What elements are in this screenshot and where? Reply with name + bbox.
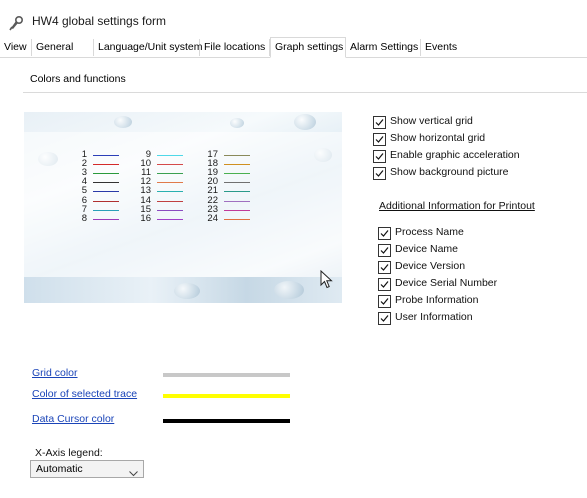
title-bar: HW4 global settings form: [0, 0, 587, 37]
tab-general[interactable]: General: [32, 39, 94, 56]
trace-color-line: [224, 182, 250, 184]
tab-file-locations[interactable]: File locations: [200, 39, 270, 56]
window-title: HW4 global settings form: [32, 14, 167, 28]
mouse-pointer-icon: [320, 269, 334, 295]
trace-color-line: [224, 164, 250, 166]
trace-color-line: [93, 173, 119, 175]
tab-bar: View General Language/Unit system File l…: [0, 37, 587, 58]
preview-bottom-band: [24, 277, 342, 303]
x-axis-legend-dropdown[interactable]: Automatic: [30, 460, 144, 478]
water-drop: [274, 281, 304, 299]
trace-color-line: [157, 164, 183, 166]
checkmark-icon: [375, 119, 384, 126]
trace-color-line: [157, 182, 183, 184]
preview-wash: [24, 132, 342, 277]
checkbox-label: Device Name: [395, 243, 459, 255]
checkbox-box[interactable]: [378, 312, 391, 325]
trace-color-line: [93, 164, 119, 166]
trace-color-line: [224, 173, 250, 175]
section-title: Colors and functions: [30, 73, 126, 85]
dropdown-value: Automatic: [36, 463, 83, 475]
checkbox-box[interactable]: [378, 227, 391, 240]
checkmark-icon: [375, 170, 384, 177]
checkbox-box[interactable]: [373, 167, 386, 180]
grid-color-swatch[interactable]: [163, 373, 290, 377]
data-cursor-color-link[interactable]: Data Cursor color: [32, 413, 114, 425]
trace-color-line: [93, 182, 119, 184]
checkbox-box[interactable]: [373, 150, 386, 163]
checkbox-box[interactable]: [373, 133, 386, 146]
grid-color-link[interactable]: Grid color: [32, 367, 78, 379]
trace-color-line: [224, 209, 250, 211]
checkbox-label: Device Version: [395, 260, 466, 272]
app-icon: [8, 15, 24, 31]
checkbox-label: Process Name: [395, 226, 464, 238]
trace-color-line: [93, 218, 119, 220]
checkbox-label: Show vertical grid: [390, 115, 473, 127]
trace-color-line: [224, 191, 250, 193]
section-divider: [23, 92, 587, 93]
checkbox-label: Probe Information: [395, 294, 479, 306]
checkmark-icon: [380, 230, 389, 237]
checkmark-icon: [375, 136, 384, 143]
trace-color-line: [157, 173, 183, 175]
tab-events[interactable]: Events: [421, 39, 465, 56]
trace-color-line: [93, 209, 119, 211]
trace-color-line: [157, 155, 183, 156]
checkbox-label: Show horizontal grid: [390, 132, 486, 144]
trace-color-line: [224, 155, 250, 156]
water-drop: [114, 116, 132, 128]
water-drop: [230, 118, 244, 128]
trace-color-line: [157, 200, 183, 202]
checkbox-box[interactable]: [378, 261, 391, 274]
water-drop: [174, 283, 200, 299]
checkbox-label: User Information: [395, 311, 473, 323]
trace-color-line: [93, 155, 119, 156]
trace-color-line: [224, 200, 250, 202]
checkbox-label: Show background picture: [390, 166, 509, 178]
checkbox-box[interactable]: [378, 278, 391, 291]
trace-color-line: [93, 200, 119, 202]
trace-preview: 1 2 3 4 5 6 7 8 9 10 11 12 13 14 15 16 17 18 19 20 21 22 23 24: [24, 112, 342, 303]
checkbox-label: Enable graphic acceleration: [390, 149, 520, 161]
checkbox-box[interactable]: [373, 116, 386, 129]
tab-graph-settings[interactable]: Graph settings: [270, 37, 346, 58]
checkmark-icon: [380, 264, 389, 271]
trace-number: 16: [140, 212, 151, 224]
printout-title: Additional Information for Printout: [379, 200, 535, 212]
checkbox-box[interactable]: [378, 295, 391, 308]
data-cursor-color-swatch[interactable]: [163, 419, 290, 423]
trace-color-line: [157, 209, 183, 211]
trace-color-line: [224, 218, 250, 220]
checkbox-box[interactable]: [378, 244, 391, 257]
checkmark-icon: [380, 315, 389, 322]
trace-color-line: [157, 218, 183, 220]
selected-trace-color-link[interactable]: Color of selected trace: [32, 388, 137, 400]
tab-view[interactable]: View: [0, 39, 32, 56]
trace-number: 24: [207, 212, 218, 224]
trace-color-line: [93, 191, 119, 193]
checkmark-icon: [380, 247, 389, 254]
x-axis-legend-label: X-Axis legend:: [35, 447, 103, 459]
checkbox-label: Device Serial Number: [395, 277, 498, 289]
tab-alarm-settings[interactable]: Alarm Settings: [346, 39, 421, 56]
checkmark-icon: [375, 153, 384, 160]
tab-language-unit-system[interactable]: Language/Unit system: [94, 39, 202, 56]
water-drop: [294, 114, 316, 130]
selected-trace-color-swatch[interactable]: [163, 394, 290, 398]
trace-color-line: [157, 191, 183, 193]
chevron-down-icon: [129, 466, 138, 482]
checkmark-icon: [380, 298, 389, 305]
trace-number: 8: [81, 212, 87, 224]
checkmark-icon: [380, 281, 389, 288]
